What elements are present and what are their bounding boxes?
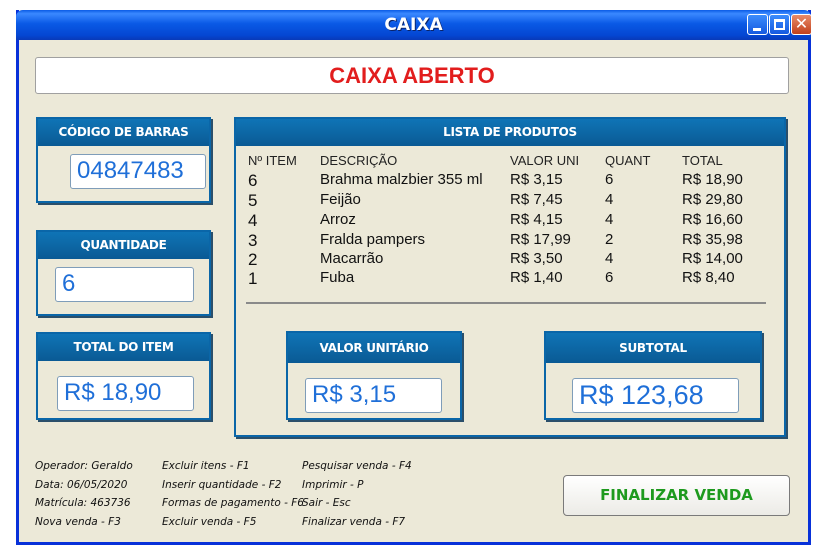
- item-number: 1: [248, 269, 258, 288]
- shortcut-list-b: Pesquisar venda - F4 Imprimir - P Sair -…: [302, 457, 412, 531]
- operator-info: Operador: Geraldo Data: 06/05/2020 Matrí…: [35, 457, 133, 531]
- column-header-total: TOTAL: [682, 153, 723, 168]
- list-divider: [246, 302, 766, 304]
- shortcut-exit: Sair - Esc: [302, 497, 351, 509]
- window-title: CAIXA: [384, 15, 443, 35]
- maximize-icon: [774, 19, 785, 30]
- close-icon: ✕: [794, 14, 809, 33]
- item-total: R$ 29,80: [682, 191, 743, 208]
- unit-value-panel: VALOR UNITÁRIO R$ 3,15: [286, 331, 462, 420]
- item-total-label: TOTAL DO ITEM: [38, 334, 209, 361]
- item-unit-value: R$ 3,50: [510, 250, 563, 267]
- subtotal-label: SUBTOTAL: [546, 333, 760, 363]
- barcode-panel: CÓDIGO DE BARRAS 04847483: [36, 117, 211, 203]
- item-quantity: 2: [605, 231, 614, 248]
- minimize-icon: [753, 28, 761, 31]
- item-description: Fralda pampers: [320, 231, 426, 248]
- subtotal-panel: SUBTOTAL R$ 123,68: [544, 331, 762, 420]
- column-header-description: DESCRIÇÃO: [320, 153, 398, 168]
- item-quantity: 6: [605, 171, 614, 188]
- column-header-quantity: QUANT: [605, 153, 651, 168]
- shortcut-payment-methods: Formas de pagamento - F6: [162, 497, 304, 509]
- shortcut-list-a: Excluir itens - F1 Inserir quantidade - …: [162, 457, 304, 531]
- item-total: R$ 18,90: [682, 171, 743, 188]
- date: Data: 06/05/2020: [35, 478, 128, 491]
- item-description: Feijão: [320, 191, 361, 208]
- subtotal-field: R$ 123,68: [572, 378, 739, 413]
- item-number: 6: [248, 171, 258, 190]
- item-description: Brahma malzbier 355 ml: [320, 171, 483, 188]
- registration-number: Matrícula: 463736: [35, 497, 131, 509]
- item-unit-value: R$ 3,15: [510, 171, 563, 188]
- item-number: 4: [248, 211, 258, 230]
- item-number: 5: [248, 191, 258, 210]
- column-header-item: Nº ITEM: [248, 153, 297, 168]
- quantity-input[interactable]: 6: [55, 267, 194, 302]
- barcode-input[interactable]: 04847483: [70, 154, 206, 189]
- unit-value-label: VALOR UNITÁRIO: [288, 333, 460, 363]
- item-unit-value: R$ 1,40: [510, 269, 563, 286]
- shortcut-delete-sale: Excluir venda - F5: [162, 515, 257, 528]
- shortcut-search-sale: Pesquisar venda - F4: [302, 460, 412, 472]
- item-description: Macarrão: [320, 250, 384, 267]
- item-total-field: R$ 18,90: [57, 376, 194, 411]
- close-button[interactable]: ✕: [791, 14, 812, 35]
- item-total-panel: TOTAL DO ITEM R$ 18,90: [36, 332, 211, 420]
- item-quantity: 4: [605, 191, 614, 208]
- item-quantity: 6: [605, 269, 614, 286]
- item-description: Arroz: [320, 211, 356, 228]
- product-list-panel: LISTA DE PRODUTOS Nº ITEM DESCRIÇÃO VALO…: [234, 117, 786, 437]
- item-quantity: 4: [605, 211, 614, 228]
- item-number: 3: [248, 231, 258, 250]
- item-total: R$ 14,00: [682, 250, 743, 267]
- item-total: R$ 16,60: [682, 211, 743, 228]
- item-total: R$ 35,98: [682, 231, 743, 248]
- title-bar[interactable]: CAIXA ✕: [16, 10, 812, 40]
- finalize-sale-button[interactable]: FINALIZAR VENDA: [563, 475, 790, 516]
- shortcut-delete-items: Excluir itens - F1: [162, 460, 250, 472]
- item-unit-value: R$ 4,15: [510, 211, 563, 228]
- shortcut-print: Imprimir - P: [302, 478, 364, 491]
- barcode-label: CÓDIGO DE BARRAS: [38, 119, 209, 146]
- item-unit-value: R$ 7,45: [510, 191, 563, 208]
- maximize-button[interactable]: [769, 14, 790, 35]
- column-header-unit-value: VALOR UNI: [510, 153, 580, 168]
- minimize-button[interactable]: [747, 14, 768, 35]
- unit-value-field: R$ 3,15: [305, 378, 442, 413]
- quantity-label: QUANTIDADE: [38, 232, 209, 259]
- shortcut-insert-quantity: Inserir quantidade - F2: [162, 478, 282, 491]
- shortcut-new-sale: Nova venda - F3: [35, 515, 121, 528]
- item-quantity: 4: [605, 250, 614, 267]
- shortcut-finalize-sale: Finalizar venda - F7: [302, 515, 406, 528]
- quantity-panel: QUANTIDADE 6: [36, 230, 211, 316]
- item-unit-value: R$ 17,99: [510, 231, 571, 248]
- product-list-label: LISTA DE PRODUTOS: [236, 119, 784, 146]
- item-number: 2: [248, 250, 258, 269]
- item-total: R$ 8,40: [682, 269, 735, 286]
- cashier-status: CAIXA ABERTO: [35, 57, 789, 94]
- item-description: Fuba: [320, 269, 355, 286]
- operator-name: Operador: Geraldo: [35, 460, 133, 472]
